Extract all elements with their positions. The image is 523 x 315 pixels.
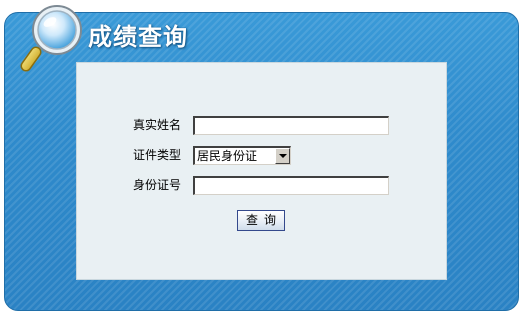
id-number-row: 身份证号 xyxy=(76,174,447,196)
query-form-panel: 真实姓名 证件类型 居民身份证 身份证号 查询 xyxy=(76,62,447,280)
id-type-selected-value: 居民身份证 xyxy=(197,148,258,163)
query-button[interactable]: 查询 xyxy=(237,210,285,231)
name-input[interactable] xyxy=(193,115,389,135)
id-type-label: 证件类型 xyxy=(132,148,181,162)
id-type-select[interactable]: 居民身份证 xyxy=(193,145,291,165)
id-type-row: 证件类型 居民身份证 xyxy=(76,144,447,166)
id-number-label: 身份证号 xyxy=(132,178,181,192)
page-title: 成绩查询 xyxy=(88,23,188,51)
name-label: 真实姓名 xyxy=(132,118,181,132)
id-number-input[interactable] xyxy=(193,175,389,195)
chevron-down-icon[interactable] xyxy=(275,147,290,164)
name-row: 真实姓名 xyxy=(76,114,447,136)
